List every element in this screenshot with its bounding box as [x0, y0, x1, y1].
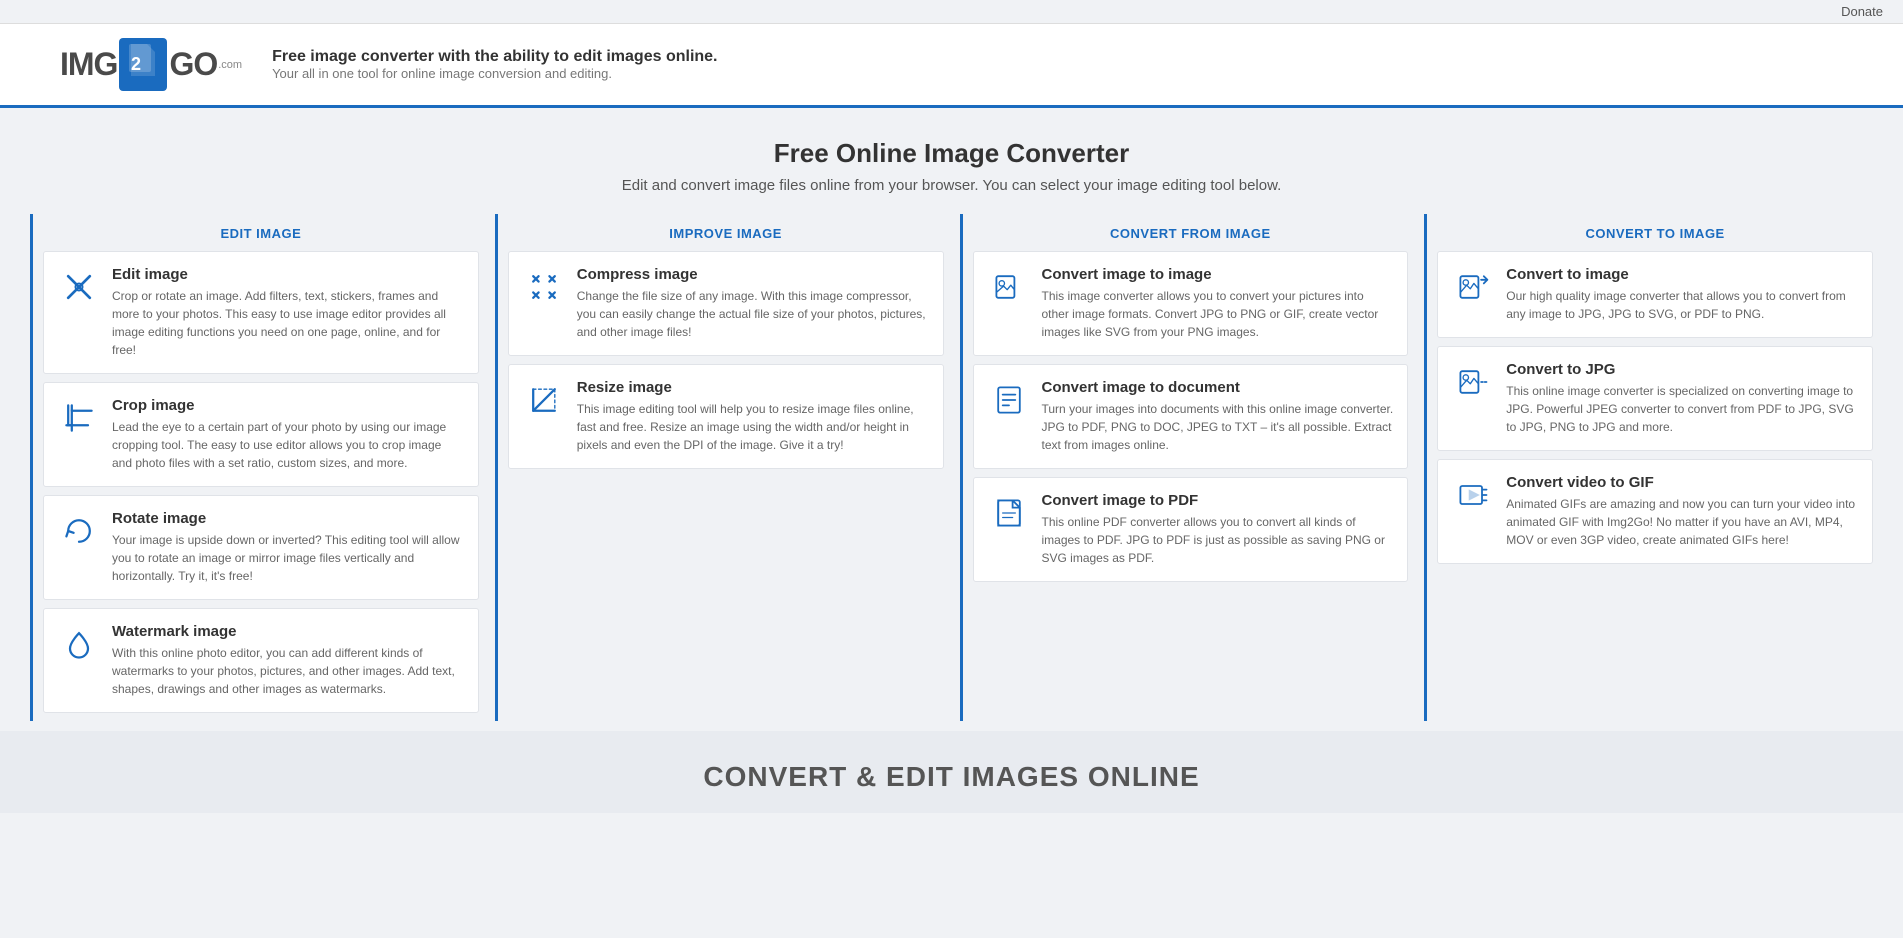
convert-pdf-icon: [988, 492, 1030, 534]
convert-doc-icon: [988, 379, 1030, 421]
tool-card-convert-to-image-tool[interactable]: Convert to image Our high quality image c…: [1437, 251, 1873, 338]
category-convert-to-image: CONVERT TO IMAGE Convert to image Our hig…: [1424, 214, 1873, 721]
tool-content-rotate-image: Rotate image Your image is upside down or…: [112, 510, 464, 585]
logo-go-text: GO: [169, 46, 217, 83]
resize-icon: [523, 379, 565, 421]
category-header-edit-image: EDIT IMAGE: [43, 214, 479, 251]
logo-img-text: IMG: [60, 46, 117, 83]
crop-icon: [58, 397, 100, 439]
tool-desc-convert-image-to-pdf: This online PDF converter allows you to …: [1042, 513, 1394, 567]
top-bar: Donate: [0, 0, 1903, 24]
tool-card-convert-image-to-document[interactable]: Convert image to document Turn your image…: [973, 364, 1409, 469]
tool-content-convert-image-to-image: Convert image to image This image convert…: [1042, 266, 1394, 341]
to-gif-icon: [1452, 474, 1494, 516]
tool-content-crop-image: Crop image Lead the eye to a certain part…: [112, 397, 464, 472]
donate-link[interactable]: Donate: [1841, 4, 1883, 19]
logo[interactable]: IMG 2 GO .com: [60, 38, 242, 91]
tool-card-crop-image[interactable]: Crop image Lead the eye to a certain part…: [43, 382, 479, 487]
tool-title-convert-image-to-pdf: Convert image to PDF: [1042, 492, 1394, 509]
tool-title-watermark-image: Watermark image: [112, 623, 464, 640]
logo-doc-icon: 2: [127, 42, 159, 80]
tool-content-convert-image-to-document: Convert image to document Turn your image…: [1042, 379, 1394, 454]
watermark-icon: [58, 623, 100, 665]
tool-desc-compress-image: Change the file size of any image. With …: [577, 287, 929, 341]
tool-title-convert-video-to-gif: Convert video to GIF: [1506, 474, 1858, 491]
category-header-convert-to-image: CONVERT TO IMAGE: [1437, 214, 1873, 251]
category-improve-image: IMPROVE IMAGE Compress image Change the f…: [495, 214, 944, 721]
tool-card-compress-image[interactable]: Compress image Change the file size of an…: [508, 251, 944, 356]
tool-desc-rotate-image: Your image is upside down or inverted? T…: [112, 531, 464, 585]
header: IMG 2 GO .com Free image converter with …: [0, 24, 1903, 108]
tool-content-resize-image: Resize image This image editing tool will…: [577, 379, 929, 454]
hero-subtitle: Edit and convert image files online from…: [20, 177, 1883, 194]
tool-title-edit-image-tool: Edit image: [112, 266, 464, 283]
tool-title-convert-image-to-document: Convert image to document: [1042, 379, 1394, 396]
to-jpg-icon: [1452, 361, 1494, 403]
header-tagline-main: Free image converter with the ability to…: [272, 48, 717, 66]
tool-card-convert-image-to-pdf[interactable]: Convert image to PDF This online PDF conv…: [973, 477, 1409, 582]
tool-content-convert-image-to-pdf: Convert image to PDF This online PDF conv…: [1042, 492, 1394, 567]
tool-title-rotate-image: Rotate image: [112, 510, 464, 527]
footer-banner-title: CONVERT & EDIT IMAGES ONLINE: [20, 761, 1883, 793]
category-convert-from-image: CONVERT FROM IMAGE Convert image to imag…: [960, 214, 1409, 721]
tool-card-convert-image-to-image[interactable]: Convert image to image This image convert…: [973, 251, 1409, 356]
tool-content-convert-video-to-gif: Convert video to GIF Animated GIFs are am…: [1506, 474, 1858, 549]
tool-card-resize-image[interactable]: Resize image This image editing tool will…: [508, 364, 944, 469]
tool-card-edit-image-tool[interactable]: Edit image Crop or rotate an image. Add f…: [43, 251, 479, 374]
header-tagline-sub: Your all in one tool for online image co…: [272, 66, 717, 81]
hero-section: Free Online Image Converter Edit and con…: [0, 108, 1903, 214]
tool-card-convert-to-jpg[interactable]: Convert to JPG This online image converte…: [1437, 346, 1873, 451]
tool-desc-crop-image: Lead the eye to a certain part of your p…: [112, 418, 464, 472]
tool-content-convert-to-image-tool: Convert to image Our high quality image c…: [1506, 266, 1858, 323]
tool-title-resize-image: Resize image: [577, 379, 929, 396]
logo-com-text: .com: [218, 59, 242, 71]
tool-card-watermark-image[interactable]: Watermark image With this online photo ed…: [43, 608, 479, 713]
tool-content-compress-image: Compress image Change the file size of an…: [577, 266, 929, 341]
compress-icon: [523, 266, 565, 308]
logo-box: 2: [119, 38, 167, 91]
tool-desc-convert-video-to-gif: Animated GIFs are amazing and now you ca…: [1506, 495, 1858, 549]
tool-card-rotate-image[interactable]: Rotate image Your image is upside down or…: [43, 495, 479, 600]
category-header-convert-from-image: CONVERT FROM IMAGE: [973, 214, 1409, 251]
tool-card-convert-video-to-gif[interactable]: Convert video to GIF Animated GIFs are am…: [1437, 459, 1873, 564]
footer-banner: CONVERT & EDIT IMAGES ONLINE: [0, 731, 1903, 813]
tool-title-compress-image: Compress image: [577, 266, 929, 283]
hero-title: Free Online Image Converter: [20, 138, 1883, 169]
svg-text:2: 2: [131, 54, 141, 74]
tool-desc-convert-image-to-document: Turn your images into documents with thi…: [1042, 400, 1394, 454]
tool-content-watermark-image: Watermark image With this online photo ed…: [112, 623, 464, 698]
tool-desc-resize-image: This image editing tool will help you to…: [577, 400, 929, 454]
tool-title-convert-image-to-image: Convert image to image: [1042, 266, 1394, 283]
tool-desc-watermark-image: With this online photo editor, you can a…: [112, 644, 464, 698]
tool-content-edit-image-tool: Edit image Crop or rotate an image. Add f…: [112, 266, 464, 359]
category-header-improve-image: IMPROVE IMAGE: [508, 214, 944, 251]
rotate-icon: [58, 510, 100, 552]
tool-title-convert-to-image-tool: Convert to image: [1506, 266, 1858, 283]
tool-content-convert-to-jpg: Convert to JPG This online image converte…: [1506, 361, 1858, 436]
to-image-icon: [1452, 266, 1494, 308]
convert-image-icon: [988, 266, 1030, 308]
edit-icon: [58, 266, 100, 308]
categories-section: EDIT IMAGE Edit image Crop or rotate an i…: [0, 214, 1903, 721]
tool-title-convert-to-jpg: Convert to JPG: [1506, 361, 1858, 378]
tool-desc-convert-to-jpg: This online image converter is specializ…: [1506, 382, 1858, 436]
tool-desc-convert-image-to-image: This image converter allows you to conve…: [1042, 287, 1394, 341]
category-edit-image: EDIT IMAGE Edit image Crop or rotate an i…: [30, 214, 479, 721]
tool-title-crop-image: Crop image: [112, 397, 464, 414]
header-description: Free image converter with the ability to…: [272, 48, 717, 81]
tool-desc-convert-to-image-tool: Our high quality image converter that al…: [1506, 287, 1858, 323]
tool-desc-edit-image-tool: Crop or rotate an image. Add filters, te…: [112, 287, 464, 359]
